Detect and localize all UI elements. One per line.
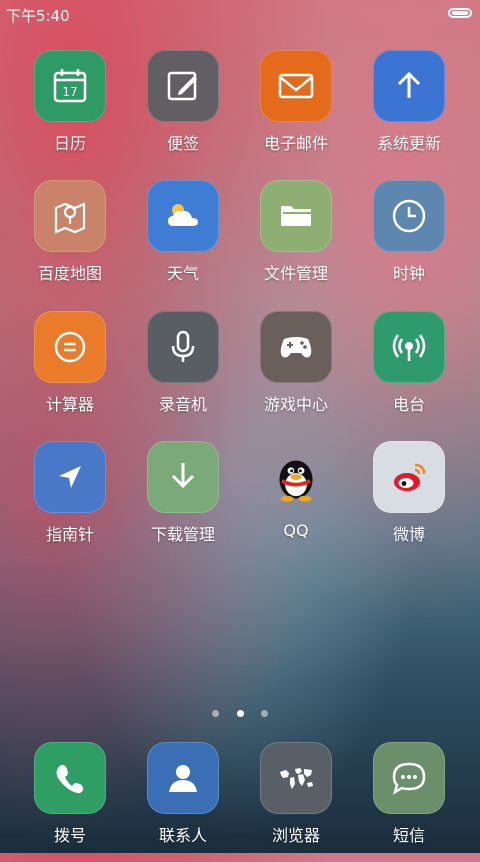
dock-browser[interactable]: 浏览器 bbox=[244, 742, 348, 862]
download-icon bbox=[147, 441, 219, 513]
app-weibo[interactable]: 微博 bbox=[357, 441, 461, 561]
chat-bubble-icon bbox=[373, 742, 445, 814]
edit-icon bbox=[147, 50, 219, 122]
page-dot-active[interactable] bbox=[236, 710, 244, 717]
app-label: 时钟 bbox=[392, 264, 425, 283]
app-label: 指南针 bbox=[45, 525, 94, 544]
app-clock[interactable]: 时钟 bbox=[357, 180, 461, 300]
app-notes[interactable]: 便签 bbox=[131, 50, 235, 170]
clock-icon bbox=[373, 180, 445, 252]
app-label: 电台 bbox=[392, 395, 425, 414]
app-label: 日历 bbox=[53, 134, 86, 153]
page-dot[interactable] bbox=[260, 710, 268, 717]
app-label: 录音机 bbox=[158, 395, 207, 414]
app-label: 电子邮件 bbox=[263, 134, 328, 153]
app-label: 文件管理 bbox=[263, 264, 328, 283]
app-label: 浏览器 bbox=[271, 826, 320, 845]
app-email[interactable]: 电子邮件 bbox=[244, 50, 348, 170]
page-indicator[interactable] bbox=[0, 702, 480, 721]
weibo-icon bbox=[373, 441, 445, 513]
app-calendar[interactable]: 17 日历 bbox=[18, 50, 122, 170]
map-pin-icon bbox=[34, 180, 106, 252]
microphone-icon bbox=[147, 311, 219, 383]
contact-icon bbox=[147, 742, 219, 814]
app-calculator[interactable]: 计算器 bbox=[18, 311, 122, 431]
calendar-date: 17 bbox=[62, 85, 77, 99]
dock-dialer[interactable]: 拨号 bbox=[18, 742, 122, 862]
app-label: 短信 bbox=[392, 826, 425, 845]
app-label: 游戏中心 bbox=[263, 395, 328, 414]
app-label: QQ bbox=[283, 521, 309, 540]
world-map-icon bbox=[260, 742, 332, 814]
gamepad-icon bbox=[260, 311, 332, 383]
app-label: 系统更新 bbox=[376, 134, 441, 153]
dock-contacts[interactable]: 联系人 bbox=[131, 742, 235, 862]
app-system-update[interactable]: 系统更新 bbox=[357, 50, 461, 170]
app-weather[interactable]: 天气 bbox=[131, 180, 235, 300]
app-label: 联系人 bbox=[158, 826, 207, 845]
arrow-up-icon bbox=[373, 50, 445, 122]
app-compass[interactable]: 指南针 bbox=[18, 441, 122, 561]
app-label: 便签 bbox=[166, 134, 199, 153]
app-radio[interactable]: 电台 bbox=[357, 311, 461, 431]
dock-sms[interactable]: 短信 bbox=[357, 742, 461, 862]
status-time: 下午5:40 bbox=[6, 7, 70, 25]
page-dot[interactable] bbox=[212, 710, 220, 717]
app-label: 拨号 bbox=[53, 826, 86, 845]
calendar-icon: 17 bbox=[34, 50, 106, 122]
weather-icon bbox=[147, 180, 219, 252]
battery-icon bbox=[448, 8, 472, 18]
app-label: 微博 bbox=[392, 525, 425, 544]
app-file-manager[interactable]: 文件管理 bbox=[244, 180, 348, 300]
calculator-icon bbox=[34, 311, 106, 383]
app-qq[interactable]: QQ bbox=[244, 441, 348, 561]
phone-icon bbox=[34, 742, 106, 814]
app-label: 百度地图 bbox=[37, 264, 102, 283]
app-baidu-map[interactable]: 百度地图 bbox=[18, 180, 122, 300]
app-label: 计算器 bbox=[45, 395, 94, 414]
qq-penguin-icon bbox=[260, 441, 332, 513]
status-bar: 下午5:40 bbox=[0, 0, 480, 28]
app-game-center[interactable]: 游戏中心 bbox=[244, 311, 348, 431]
app-recorder[interactable]: 录音机 bbox=[131, 311, 235, 431]
envelope-icon bbox=[260, 50, 332, 122]
navigation-icon bbox=[34, 441, 106, 513]
app-download-manager[interactable]: 下载管理 bbox=[131, 441, 235, 561]
radio-icon bbox=[373, 311, 445, 383]
app-label: 下载管理 bbox=[150, 525, 215, 544]
app-label: 天气 bbox=[166, 264, 199, 283]
folder-icon bbox=[260, 180, 332, 252]
